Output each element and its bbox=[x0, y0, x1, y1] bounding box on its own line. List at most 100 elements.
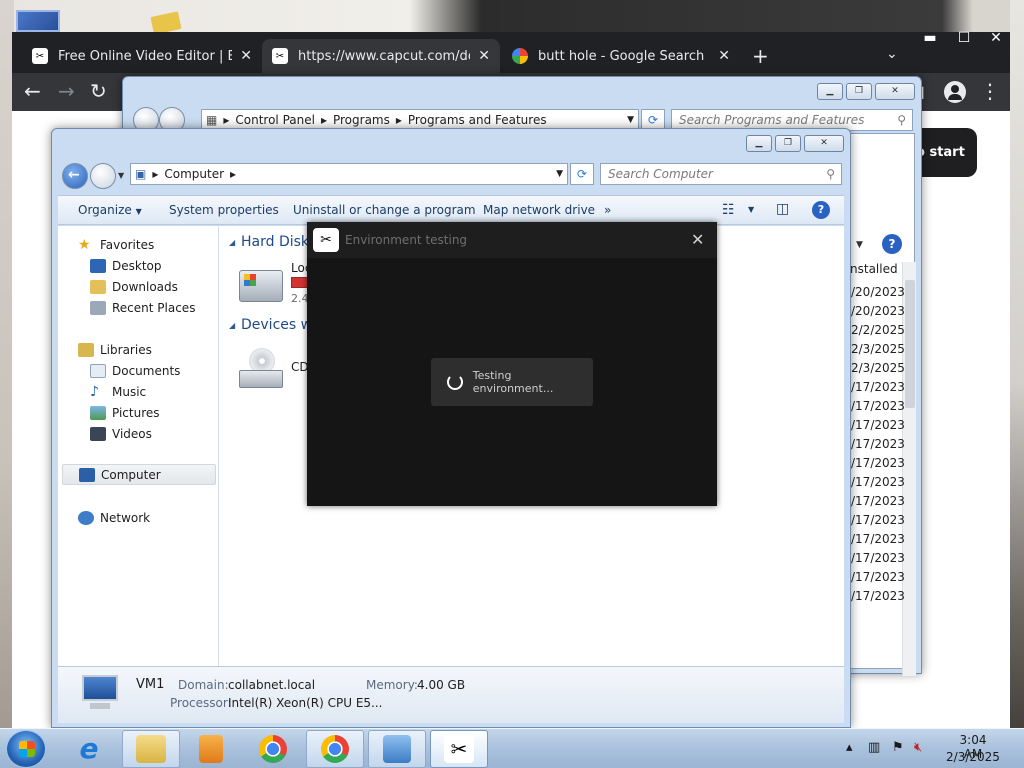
clock-date[interactable]: 2/3/2025 bbox=[944, 750, 1002, 764]
recent-pages-dropdown-icon[interactable]: ▼ bbox=[118, 171, 124, 180]
list-item[interactable]: /17/2023 bbox=[851, 532, 905, 546]
back-arrow-icon[interactable]: ← bbox=[24, 81, 41, 101]
group-header-devices[interactable]: Devices w bbox=[241, 317, 312, 333]
breadcrumb-control-panel[interactable]: Control Panel bbox=[235, 113, 315, 127]
nav-downloads[interactable]: Downloads bbox=[90, 276, 210, 297]
more-commands-button[interactable]: » bbox=[604, 203, 611, 217]
change-view-icon[interactable]: ☷ bbox=[722, 202, 735, 218]
nav-libraries[interactable]: Libraries bbox=[78, 339, 208, 360]
tab-google-search[interactable]: butt hole - Google Search ✕ bbox=[502, 39, 740, 73]
system-properties-button[interactable]: System properties bbox=[169, 203, 279, 217]
restore-button[interactable]: ❐ bbox=[846, 83, 872, 100]
minimize-button[interactable]: ▁ bbox=[817, 83, 843, 100]
taskbar-chrome[interactable] bbox=[244, 730, 302, 768]
list-item[interactable]: /17/2023 bbox=[851, 475, 905, 489]
list-item[interactable]: /17/2023 bbox=[851, 589, 905, 603]
tab-video-editor[interactable]: ✂ Free Online Video Editor | Easy to ✕ bbox=[22, 39, 262, 73]
nav-pictures[interactable]: Pictures bbox=[90, 402, 210, 423]
restore-button[interactable]: ❐ bbox=[775, 135, 801, 152]
taskbar-media-player[interactable] bbox=[182, 730, 240, 768]
nav-documents[interactable]: Documents bbox=[90, 360, 210, 381]
nav-videos[interactable]: Videos bbox=[90, 423, 210, 444]
close-button[interactable]: ✕ bbox=[804, 135, 844, 152]
uninstall-program-button[interactable]: Uninstall or change a program bbox=[293, 203, 476, 217]
list-item[interactable]: /17/2023 bbox=[851, 380, 905, 394]
taskbar-internet-explorer[interactable]: e bbox=[60, 730, 118, 768]
nav-music[interactable]: ♪ Music bbox=[90, 381, 210, 402]
nav-network[interactable]: Network bbox=[78, 507, 208, 528]
forward-nav-icon[interactable] bbox=[90, 163, 116, 189]
collapse-group-icon[interactable]: ◢ bbox=[229, 238, 235, 247]
back-nav-icon[interactable]: ← bbox=[62, 163, 88, 189]
forward-arrow-icon[interactable]: → bbox=[58, 81, 75, 101]
avatar-head bbox=[951, 85, 959, 93]
minimize-button[interactable]: ▬ bbox=[914, 30, 946, 48]
list-item[interactable]: /20/2023 bbox=[851, 304, 905, 318]
list-item[interactable]: /20/2023 bbox=[851, 285, 905, 299]
list-item[interactable]: /17/2023 bbox=[851, 437, 905, 451]
collapse-group-icon[interactable]: ◢ bbox=[229, 321, 235, 330]
network-tray-icon[interactable]: ▥ bbox=[868, 740, 880, 755]
internet-explorer-icon: e bbox=[79, 732, 99, 765]
volume-muted-icon[interactable]: 🔇︎ bbox=[914, 740, 922, 755]
view-options-dropdown-icon[interactable]: ▼ bbox=[748, 205, 754, 214]
address-bar[interactable]: ▣ ▸ Computer ▸ ▼ bbox=[130, 163, 568, 185]
taskbar-capcut[interactable]: ✂ bbox=[430, 730, 488, 768]
breadcrumb-programs-and-features[interactable]: Programs and Features bbox=[408, 113, 547, 127]
breadcrumb-computer[interactable]: Computer bbox=[164, 167, 224, 181]
cd-drive-icon[interactable] bbox=[239, 348, 283, 390]
list-item[interactable]: /17/2023 bbox=[851, 418, 905, 432]
close-button[interactable]: ✕ bbox=[980, 30, 1012, 48]
preview-pane-icon[interactable]: ◫ bbox=[776, 201, 789, 217]
new-tab-button[interactable]: + bbox=[752, 46, 769, 66]
group-header-hard-disk[interactable]: Hard Disk bbox=[241, 234, 309, 250]
maximize-button[interactable]: ☐ bbox=[948, 30, 980, 48]
list-item[interactable]: /17/2023 bbox=[851, 399, 905, 413]
reload-icon[interactable]: ↻ bbox=[90, 81, 107, 101]
help-icon[interactable]: ? bbox=[882, 234, 902, 254]
dropdown-arrow-icon[interactable]: ▼ bbox=[627, 115, 634, 125]
taskbar-windows-explorer[interactable] bbox=[122, 730, 180, 768]
list-item[interactable]: /17/2023 bbox=[851, 494, 905, 508]
list-item[interactable]: /17/2023 bbox=[851, 570, 905, 584]
show-hidden-icons-icon[interactable]: ▴ bbox=[846, 740, 853, 755]
profile-avatar-icon[interactable] bbox=[944, 81, 966, 103]
tab-search-chevron-icon[interactable]: ⌄ bbox=[886, 44, 898, 64]
dropdown-arrow-icon[interactable]: ▼ bbox=[556, 169, 563, 179]
tab-capcut-download[interactable]: ✂ https://www.capcut.com/downloa ✕ bbox=[262, 39, 500, 73]
close-tab-icon[interactable]: ✕ bbox=[718, 48, 730, 64]
menu-kebab-icon[interactable]: ⋮ bbox=[980, 81, 1000, 101]
list-item[interactable]: /17/2023 bbox=[851, 513, 905, 527]
action-center-flag-icon[interactable]: ⚑ bbox=[892, 740, 904, 755]
taskbar-chrome-open[interactable] bbox=[306, 730, 364, 768]
organize-button[interactable]: Organize ▼ bbox=[78, 203, 142, 217]
nav-computer[interactable]: Computer bbox=[62, 464, 216, 485]
cd-drive-label[interactable]: CD bbox=[291, 360, 309, 374]
list-item[interactable]: /17/2023 bbox=[851, 456, 905, 470]
close-tab-icon[interactable]: ✕ bbox=[478, 48, 490, 64]
column-header-installed-on[interactable]: nstalled ( bbox=[850, 262, 906, 276]
search-computer-input[interactable]: Search Computer ⚲ bbox=[600, 163, 842, 185]
list-item[interactable]: 2/2/2025 bbox=[851, 323, 905, 337]
breadcrumb-programs[interactable]: Programs bbox=[333, 113, 390, 127]
nav-favorites[interactable]: ★ Favorites bbox=[78, 234, 208, 255]
minimize-button[interactable]: ▁ bbox=[746, 135, 772, 152]
sort-dropdown-arrow-icon[interactable]: ▼ bbox=[856, 240, 863, 250]
local-disk-drive-icon[interactable] bbox=[239, 270, 283, 302]
refresh-icon[interactable]: ⟳ bbox=[570, 163, 594, 185]
desktop-computer-icon[interactable] bbox=[16, 10, 60, 32]
close-icon[interactable]: ✕ bbox=[691, 230, 704, 249]
list-item[interactable]: 2/3/2025 bbox=[851, 342, 905, 356]
navigation-pane: ★ Favorites Desktop Downloads Recent Plac… bbox=[58, 226, 219, 666]
start-button[interactable] bbox=[6, 730, 46, 768]
close-tab-icon[interactable]: ✕ bbox=[240, 48, 252, 64]
close-button[interactable]: ✕ bbox=[875, 83, 915, 100]
map-network-drive-button[interactable]: Map network drive bbox=[483, 203, 595, 217]
scrollbar-thumb[interactable] bbox=[905, 280, 915, 408]
list-item[interactable]: /17/2023 bbox=[851, 551, 905, 565]
nav-desktop[interactable]: Desktop bbox=[90, 255, 210, 276]
help-icon[interactable]: ? bbox=[812, 201, 830, 219]
nav-recent-places[interactable]: Recent Places bbox=[90, 297, 210, 318]
list-item[interactable]: 2/3/2025 bbox=[851, 361, 905, 375]
taskbar-control-panel[interactable] bbox=[368, 730, 426, 768]
